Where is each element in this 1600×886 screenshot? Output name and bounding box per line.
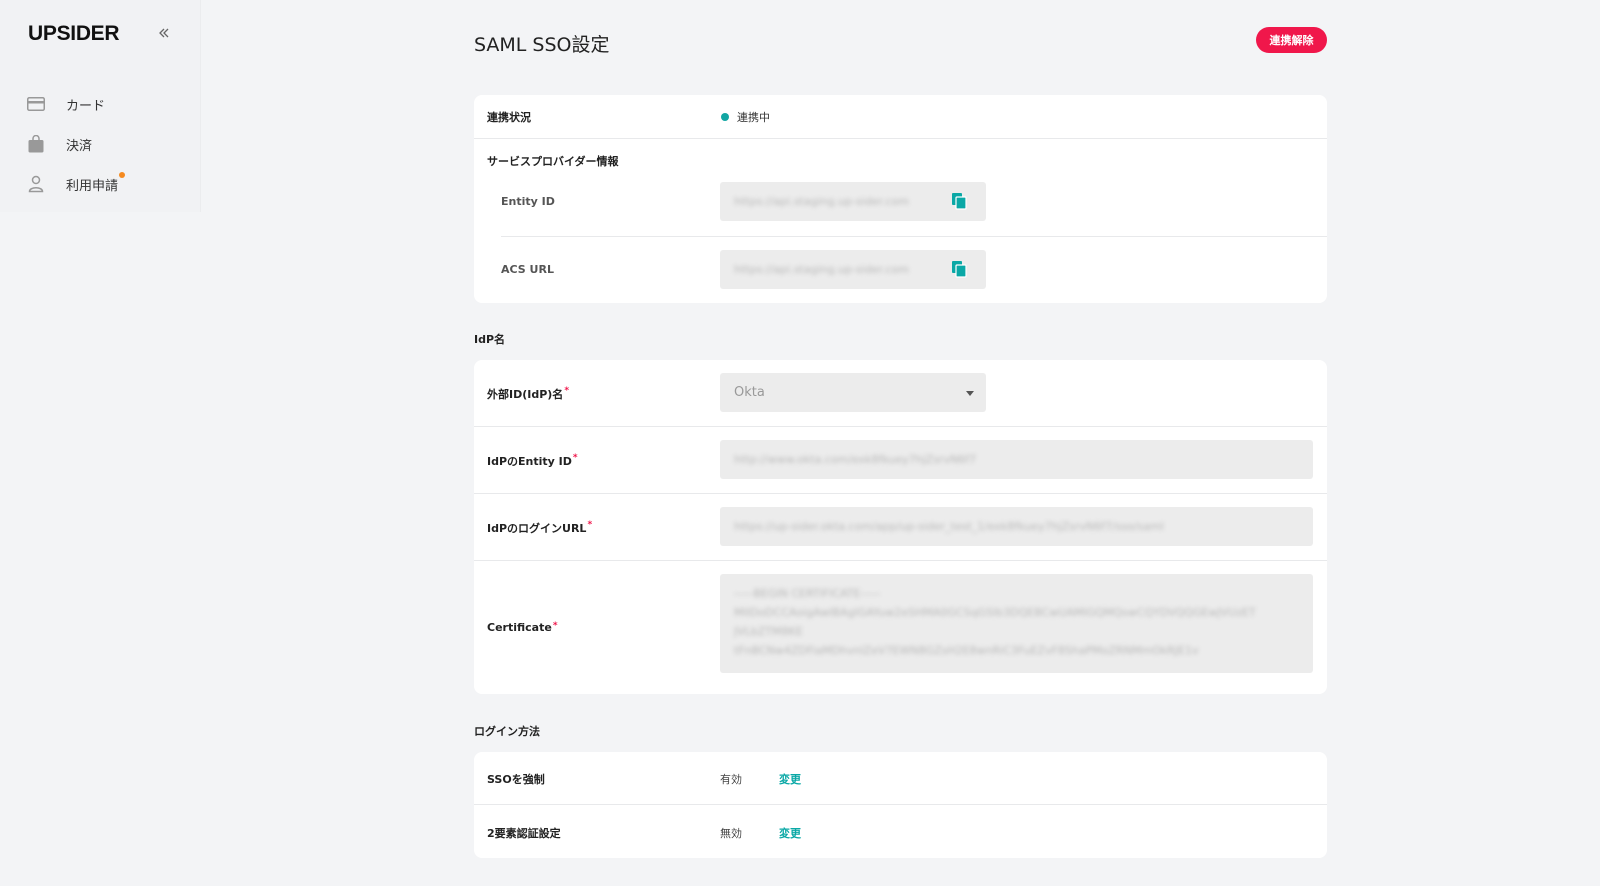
divider — [474, 138, 1327, 139]
divider — [474, 493, 1327, 494]
divider — [474, 804, 1327, 805]
sidebar-item-label: 利用申請 — [66, 171, 126, 194]
divider — [501, 236, 1327, 237]
entity-id-label: Entity ID — [501, 195, 555, 208]
page-title: SAML SSO設定 — [474, 34, 610, 56]
chevron-down-icon — [966, 391, 974, 396]
sp-section-label: サービスプロバイダー情報 — [487, 155, 619, 168]
notification-dot — [119, 171, 126, 178]
idp-provider-label: 外部ID(IdP)名* — [487, 386, 570, 401]
login-section-title: ログイン方法 — [474, 725, 540, 738]
card-icon — [26, 94, 46, 114]
copy-icon[interactable] — [950, 260, 968, 278]
certificate-textarea[interactable]: -----BEGIN CERTIFICATE----- MIIDoDCCAoig… — [720, 574, 1313, 673]
idp-login-url-input[interactable]: https://up-sider.okta.com/app/up-sider_t… — [720, 507, 1313, 546]
two-factor-value: 無効 — [720, 827, 742, 840]
person-icon — [26, 174, 46, 194]
divider — [474, 426, 1327, 427]
sso-force-label: SSOを強制 — [487, 773, 545, 786]
sidebar-item-payments[interactable]: 決済 — [26, 132, 92, 156]
sso-force-value: 有効 — [720, 773, 742, 786]
chevrons-left-icon[interactable] — [154, 25, 174, 45]
acs-url-field: https://api.staging.up-sider.com — [720, 250, 986, 289]
idp-provider-select[interactable]: Okta — [720, 373, 986, 412]
login-card: SSOを強制 有効 変更 2要素認証設定 無効 変更 — [474, 752, 1327, 858]
idp-entity-id-label: IdPのEntity ID* — [487, 453, 578, 468]
acs-url-label: ACS URL — [501, 263, 554, 276]
certificate-label: Certificate* — [487, 621, 558, 634]
idp-entity-id-input[interactable]: http://www.okta.com/exk8fkuey7hjZsrvN6f7 — [720, 440, 1313, 479]
disconnect-button[interactable]: 連携解除 — [1256, 27, 1327, 53]
idp-login-url-label: IdPのログインURL* — [487, 520, 593, 535]
sidebar-item-label: 決済 — [66, 138, 93, 154]
sso-force-change-link[interactable]: 変更 — [779, 771, 801, 787]
sidebar: UPSIDER カード 決済 利用申請 — [0, 0, 200, 212]
sidebar-item-cards[interactable]: カード — [26, 92, 105, 116]
entity-id-field: https://api.staging.up-sider.com — [720, 182, 986, 221]
sidebar-item-requests[interactable]: 利用申請 — [26, 171, 126, 196]
copy-icon[interactable] — [950, 192, 968, 210]
idp-card: 外部ID(IdP)名* Okta IdPのEntity ID* http://w… — [474, 360, 1327, 694]
status-dot — [721, 113, 729, 121]
bag-icon — [26, 134, 46, 154]
two-factor-label: 2要素認証設定 — [487, 827, 561, 840]
status-label: 連携状況 — [487, 111, 531, 124]
idp-section-title: IdP名 — [474, 333, 506, 346]
connection-card: 連携状況 連携中 サービスプロバイダー情報 Entity ID https://… — [474, 95, 1327, 303]
two-factor-change-link[interactable]: 変更 — [779, 825, 801, 841]
logo: UPSIDER — [28, 22, 120, 45]
sidebar-item-label: カード — [66, 98, 106, 114]
divider — [474, 560, 1327, 561]
status-value: 連携中 — [737, 111, 770, 124]
